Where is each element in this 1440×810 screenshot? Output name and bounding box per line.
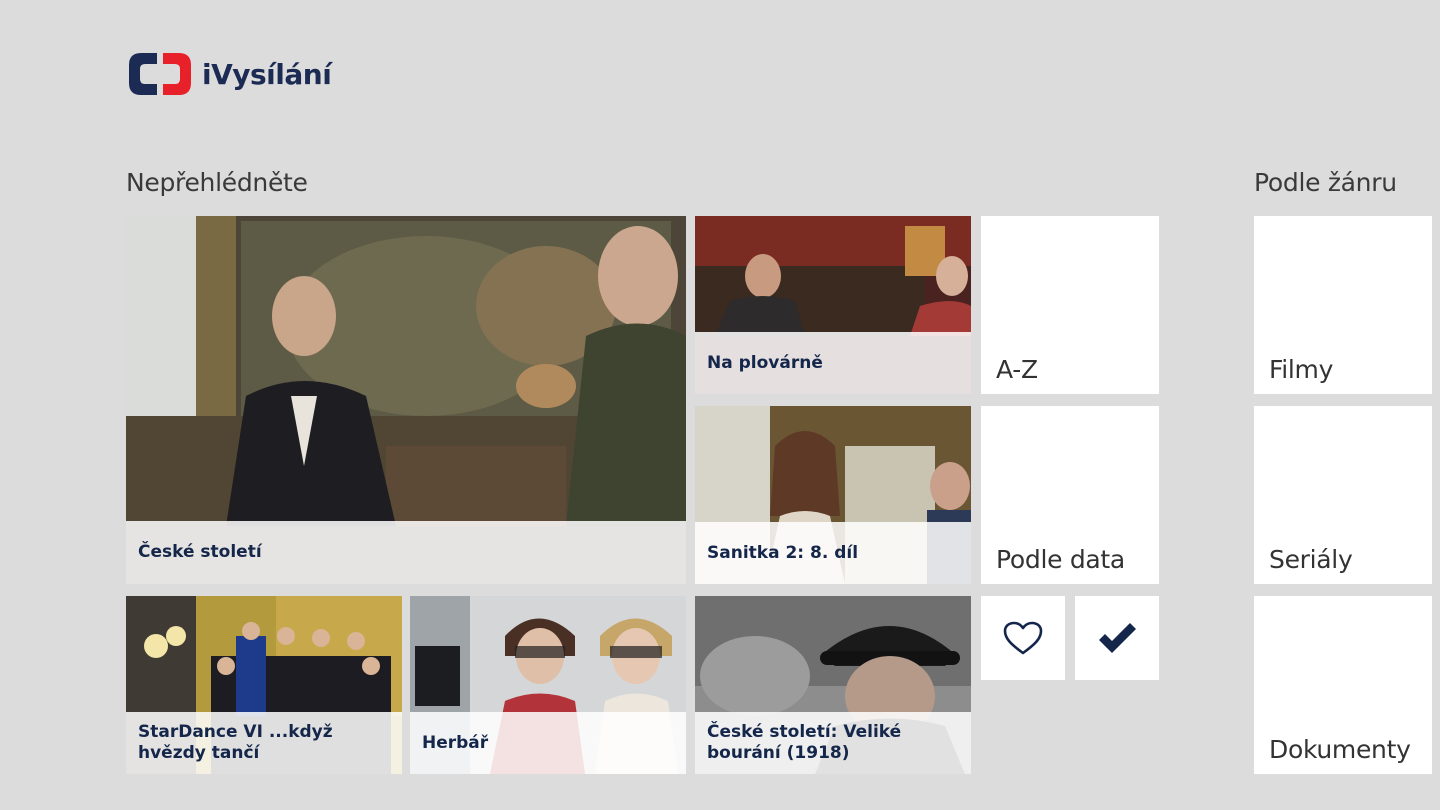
genre-label: Filmy [1269, 355, 1334, 384]
genre-tile-serialy[interactable]: Seriály [1254, 406, 1432, 584]
heart-icon [1003, 621, 1043, 655]
by-date-tile[interactable]: Podle data [981, 406, 1159, 584]
genre-label: Dokumenty [1269, 735, 1411, 764]
tile-caption: Herbář [410, 712, 686, 774]
genre-label: Seriály [1269, 545, 1353, 574]
genre-tile-dokumenty[interactable]: Dokumenty [1254, 596, 1432, 774]
featured-tile-sanitka-2[interactable]: Sanitka 2: 8. díl [695, 406, 971, 584]
az-tile[interactable]: A-Z [981, 216, 1159, 394]
app-logo: iVysílání [127, 50, 332, 98]
featured-tile-herbar[interactable]: Herbář [410, 596, 686, 774]
tile-caption: Sanitka 2: 8. díl [695, 522, 971, 584]
ct-logo-icon [129, 53, 191, 95]
featured-tile-na-plovarne[interactable]: Na plovárně [695, 216, 971, 394]
featured-tile-velike-bourani[interactable]: České století: Veliké bourání (1918) [695, 596, 971, 774]
tile-caption: StarDance VI ...když hvězdy tančí [126, 712, 402, 774]
tile-caption: České století: Veliké bourání (1918) [695, 712, 971, 774]
tile-caption: České století [126, 521, 686, 584]
featured-tile-ceske-stoleti[interactable]: České století [126, 216, 686, 584]
genre-tile-filmy[interactable]: Filmy [1254, 216, 1432, 394]
by-date-label: Podle data [996, 545, 1125, 574]
genre-section-title: Podle žánru [1254, 168, 1397, 197]
checkmark-icon [1099, 623, 1136, 653]
app-title: iVysílání [202, 57, 332, 91]
featured-section-title: Nepřehlédněte [126, 168, 308, 197]
favorites-button[interactable] [981, 596, 1065, 680]
az-label: A-Z [996, 355, 1038, 384]
featured-tile-stardance[interactable]: StarDance VI ...když hvězdy tančí [126, 596, 402, 774]
tile-caption: Na plovárně [695, 332, 971, 394]
watched-button[interactable] [1075, 596, 1159, 680]
